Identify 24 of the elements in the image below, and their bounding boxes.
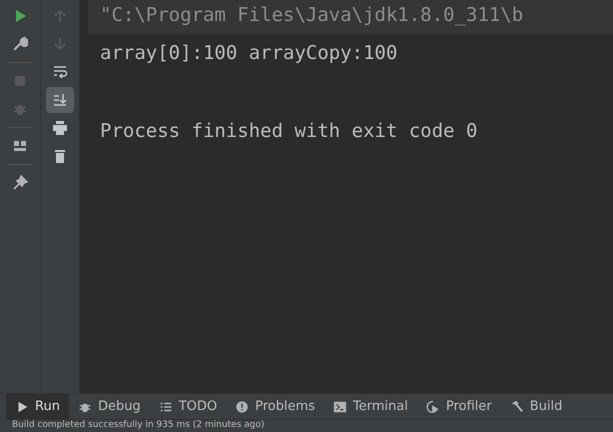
pin-icon [12,175,28,191]
tool-tab[interactable]: TODO [150,394,226,419]
terminal-icon [333,400,348,414]
tool-tab[interactable]: Profiler [417,394,501,419]
layout-icon [12,138,28,154]
trash-icon [52,148,68,164]
stop-icon [12,73,28,89]
tool-tab[interactable]: Run [6,394,69,419]
tool-tab[interactable]: Build [500,394,572,419]
up-arrow-icon [52,8,68,24]
soft-wrap-icon [52,64,68,80]
down-arrow-icon [52,36,68,52]
tool-tab[interactable]: Problems [226,394,324,419]
hammer-icon [510,400,524,414]
profiler-icon [426,400,440,414]
alert-icon [235,400,250,414]
scroll-to-end-icon [52,92,68,108]
console-output: array[0]:100 arrayCopy:100 [99,41,398,66]
status-text: Build completed successfully in 935 ms (2 minutes ago) [12,420,264,431]
tool-tab[interactable]: Debug [68,394,150,419]
printer-icon [52,120,68,136]
tool-tab[interactable]: Terminal [324,394,417,419]
toolbar-button[interactable] [46,87,74,113]
console-output: Process finished with exit code 0 [99,119,478,144]
